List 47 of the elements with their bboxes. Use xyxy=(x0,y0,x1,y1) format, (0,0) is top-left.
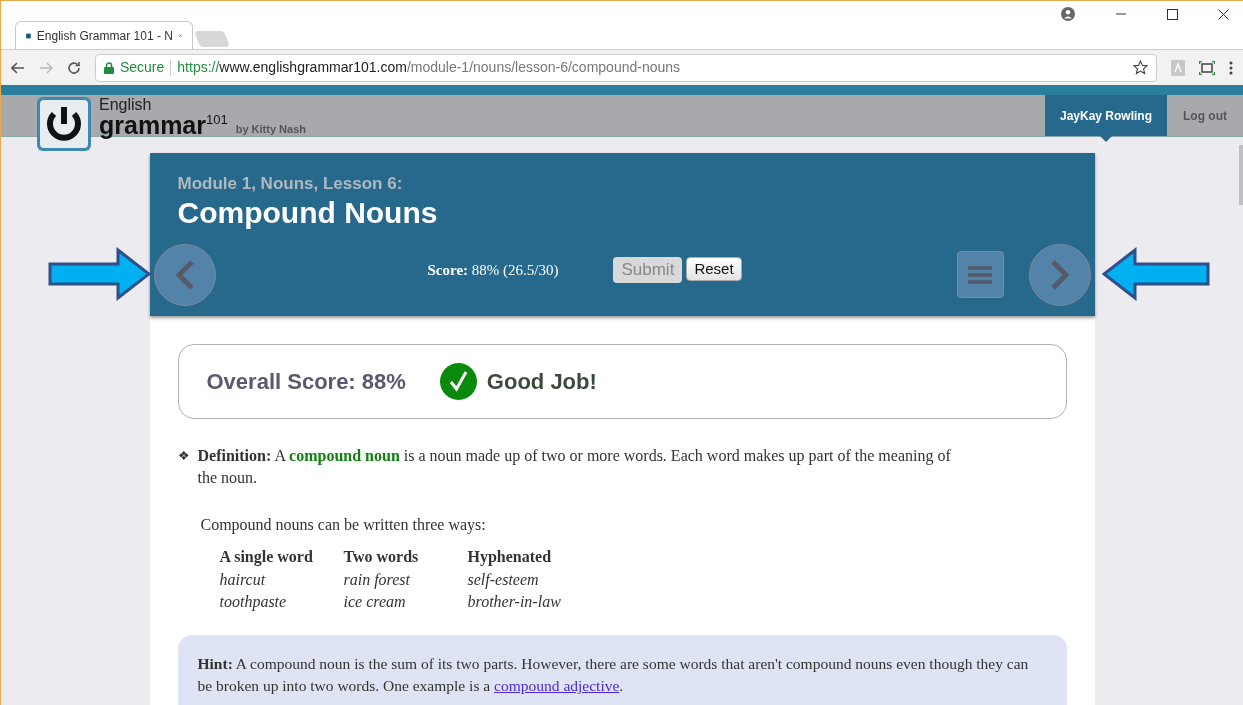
table-cell: ice cream xyxy=(343,591,468,613)
lesson-action-button[interactable]: Reset xyxy=(686,257,742,281)
table-cell: rain forest xyxy=(343,569,468,591)
nav-link[interactable]: JayKay Rowling xyxy=(1045,95,1167,136)
lock-icon xyxy=(103,61,114,74)
byline: by Kitty Nash xyxy=(235,121,306,137)
left-arrow-icon xyxy=(1101,247,1210,301)
table-cell: haircut xyxy=(219,569,344,591)
overall-score: Overall Score: 88% xyxy=(206,368,406,396)
chevron-right-icon xyxy=(1049,259,1070,291)
verdict-text: Good Job! xyxy=(486,368,597,396)
definition-text: Definition: A compound noun is a noun made up of two or more words. Each word makes up part of the meaning of the noun. xyxy=(197,446,952,488)
url-text: https://www.englishgrammar101.com/module-1/nouns/lesson-6/compound-nouns xyxy=(177,58,681,77)
score-text: Score: 88% (26.5/30) xyxy=(427,260,559,280)
lesson-title: Compound Nouns xyxy=(177,195,439,232)
reload-icon[interactable] xyxy=(66,60,81,75)
secure-label: Secure xyxy=(119,58,165,77)
pointer-icon xyxy=(1100,136,1112,142)
logo-text: English xyxy=(99,97,153,113)
right-arrow-icon xyxy=(47,247,151,301)
table-cell-text: self-esteem xyxy=(467,570,540,591)
table-cell-text: brother-in-law xyxy=(467,592,562,612)
back-arrow-icon[interactable] xyxy=(11,61,25,74)
screen-capture-icon[interactable] xyxy=(1199,60,1215,75)
power-logo-icon[interactable] xyxy=(37,97,91,151)
chevron-left-icon xyxy=(174,259,195,291)
tab-title: English Grammar 101 - N xyxy=(36,27,173,45)
account-icon[interactable] xyxy=(1061,7,1075,21)
address-bar[interactable]: Secure https://www.englishgrammar101.com/module-1/nouns/lesson-6/compound-nouns xyxy=(94,53,1157,82)
browser-tab[interactable]: English Grammar 101 - N xyxy=(15,21,193,49)
column-header: Hyphenated xyxy=(467,547,553,568)
maximize-icon[interactable] xyxy=(1167,8,1178,20)
close-icon[interactable] xyxy=(1218,8,1229,20)
logo-superscript: 101 xyxy=(206,113,228,126)
intro-text: Compound nouns can be written three ways: xyxy=(200,515,487,536)
scrollbar xyxy=(1239,145,1243,205)
column-header: Two words xyxy=(343,545,468,569)
checkmark-icon xyxy=(439,363,477,400)
bullet: ❖ xyxy=(177,447,190,465)
star-icon[interactable] xyxy=(1133,60,1148,75)
logo-text: grammar xyxy=(99,113,206,138)
menu-dots-icon[interactable] xyxy=(1229,60,1233,75)
lesson-subtitle: Module 1, Nouns, Lesson 6: xyxy=(177,173,404,195)
menu-icon xyxy=(968,265,992,284)
table-cell: toothpaste xyxy=(219,591,344,613)
hint-text: Hint: A compound noun is the sum of its two parts. However, there are some words that aren't compound nouns even though they can be broken up into two words. One example is a compound adjective. xyxy=(197,654,1030,696)
column-header: A single word xyxy=(219,545,344,569)
